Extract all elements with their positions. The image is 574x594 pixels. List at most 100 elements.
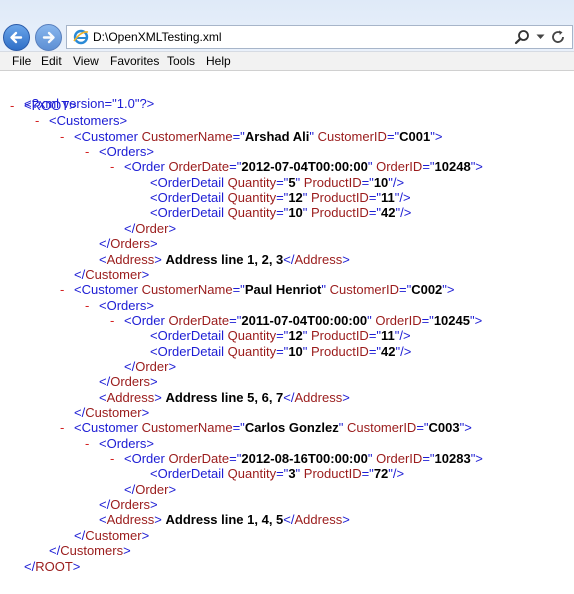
collapse-toggle[interactable]: - — [110, 313, 114, 329]
address-bar[interactable]: D:\OpenXMLTesting.xml — [66, 25, 573, 49]
xml-token: < — [99, 512, 107, 528]
xml-token: OrderID — [375, 312, 422, 328]
collapse-toggle[interactable]: - — [85, 144, 89, 160]
xml-token: > — [342, 251, 350, 267]
xml-token: > — [168, 220, 177, 236]
xml-token: </ — [99, 374, 111, 390]
xml-token: < — [99, 389, 107, 405]
xml-token: 12 — [288, 328, 303, 344]
menu-view[interactable]: View — [73, 54, 99, 68]
xml-token: C001 — [399, 128, 431, 144]
xml-line: <Customers> — [49, 113, 127, 129]
xml-token: 2011-07-04T00:00:00 — [241, 312, 368, 328]
xml-token: C003 — [428, 420, 460, 436]
xml-token: 10245 — [433, 312, 470, 328]
xml-token: > — [149, 236, 158, 252]
collapse-toggle[interactable]: - — [60, 282, 64, 298]
xml-token: </ — [283, 251, 295, 267]
menu-tools[interactable]: Tools — [167, 54, 195, 68]
collapse-toggle[interactable]: - — [60, 420, 64, 436]
collapse-toggle[interactable]: - — [85, 436, 89, 452]
xml-token: =" — [368, 190, 382, 206]
collapse-toggle[interactable]: - — [85, 298, 89, 314]
collapse-toggle[interactable]: - — [110, 159, 114, 175]
xml-token: <Order — [124, 159, 169, 175]
collapse-toggle[interactable]: - — [60, 129, 64, 145]
xml-token: =" — [229, 312, 242, 328]
xml-token: =" — [416, 420, 429, 436]
xml-token: "/> — [395, 343, 412, 359]
xml-token: </ — [99, 497, 111, 513]
xml-token: <Customers> — [49, 113, 128, 129]
address-text[interactable]: D:\OpenXMLTesting.xml — [93, 30, 222, 44]
menu-edit[interactable]: Edit — [41, 54, 62, 68]
xml-token: Address — [294, 251, 343, 267]
xml-line: </Orders> — [99, 374, 158, 390]
xml-token: <ROOT> — [24, 98, 77, 113]
collapse-toggle[interactable]: - — [10, 98, 14, 114]
xml-line: <OrderDetail Quantity="12" ProductID="11… — [150, 328, 411, 344]
browser-toolbar: D:\OpenXMLTesting.xml File Edit View Fav… — [0, 0, 574, 71]
xml-token: 2012-07-04T00:00:00 — [241, 159, 368, 175]
xml-token: <Customer — [74, 282, 142, 298]
xml-token: =" — [422, 451, 435, 467]
xml-token: 11 — [381, 328, 395, 344]
xml-token: Orders — [110, 374, 150, 390]
xml-token: <Orders> — [99, 297, 154, 313]
xml-token: Carlos Gonzlez — [244, 420, 339, 436]
xml-line: <OrderDetail Quantity="10" ProductID="42… — [150, 344, 411, 360]
xml-token: Address — [294, 389, 343, 405]
xml-token: <OrderDetail — [150, 174, 228, 190]
xml-token: </ — [283, 389, 295, 405]
xml-line: <Customer CustomerName="Arshad Ali" Cust… — [74, 129, 442, 145]
menu-favorites[interactable]: Favorites — [110, 54, 159, 68]
xml-token: " — [295, 174, 304, 190]
refresh-icon[interactable] — [550, 29, 566, 45]
xml-token: =" — [361, 174, 374, 190]
xml-token: > — [154, 389, 166, 405]
xml-token: <OrderDetail — [150, 328, 228, 344]
xml-token: =" — [232, 282, 245, 298]
xml-token: ProductID — [311, 328, 369, 344]
xml-line: <Address> Address line 1, 2, 3</Address> — [99, 252, 350, 268]
forward-button[interactable] — [35, 24, 62, 51]
back-button[interactable] — [3, 24, 30, 51]
xml-token: > — [141, 405, 150, 420]
xml-token: Quantity — [227, 190, 277, 206]
xml-line: <ROOT> — [24, 98, 77, 114]
menu-file[interactable]: File — [12, 54, 31, 68]
xml-token: Address — [106, 389, 155, 405]
chevron-down-icon[interactable] — [536, 34, 545, 40]
xml-token: > — [154, 251, 166, 267]
xml-token: Quantity — [227, 174, 277, 190]
xml-token: =" — [361, 466, 374, 482]
xml-token: Paul Henriot — [244, 282, 322, 298]
xml-token: OrderID — [376, 451, 423, 467]
xml-token: </ — [283, 512, 295, 528]
xml-token: <Customer — [74, 420, 142, 436]
xml-token: > — [342, 389, 350, 405]
search-icon[interactable] — [514, 29, 530, 45]
menu-help[interactable]: Help — [206, 54, 231, 68]
xml-token: =" — [368, 343, 382, 359]
xml-token: > — [72, 558, 81, 574]
xml-token: 10 — [373, 174, 389, 190]
xml-document-view: <?xml version="1.0"?> - <ROOT> - <Customers>… — [0, 71, 574, 594]
xml-token: <OrderDetail — [150, 466, 228, 482]
xml-line: <Order OrderDate="2012-08-16T00:00:00" O… — [124, 451, 483, 467]
xml-line: </Customer> — [74, 405, 149, 421]
xml-token: <Order — [124, 312, 169, 328]
xml-line: <Address> Address line 1, 4, 5</Address> — [99, 512, 350, 528]
forward-arrow-icon — [42, 31, 55, 44]
xml-token: Arshad Ali — [244, 128, 310, 144]
xml-token: CustomerID — [346, 420, 417, 436]
xml-line: <Address> Address line 5, 6, 7</Address> — [99, 390, 350, 406]
xml-token: 11 — [381, 190, 395, 206]
collapse-toggle[interactable]: - — [110, 451, 114, 467]
xml-token: " — [302, 343, 312, 359]
collapse-toggle[interactable]: - — [35, 113, 39, 129]
xml-token: Customer — [85, 405, 142, 420]
xml-token: Customer — [85, 266, 142, 282]
xml-token: Quantity — [227, 466, 277, 482]
xml-token: </ — [74, 266, 86, 282]
